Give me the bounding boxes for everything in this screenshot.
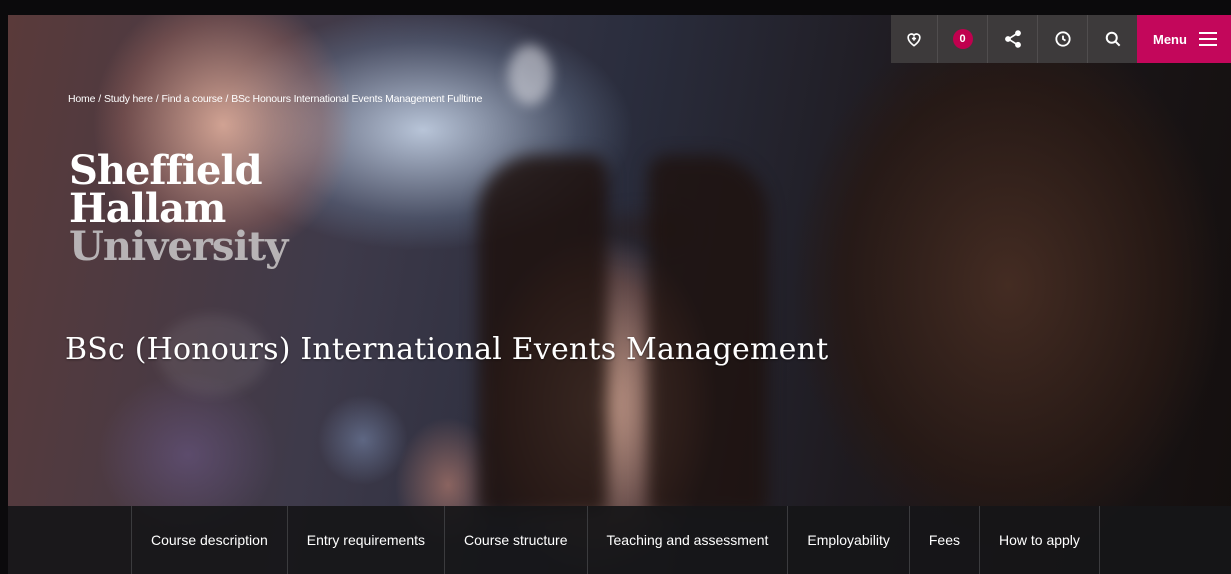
heart-plus-icon <box>907 33 921 47</box>
shortlist-count[interactable]: 0 <box>937 15 987 63</box>
recently-viewed-button[interactable] <box>1037 15 1087 63</box>
breadcrumb-find-a-course[interactable]: Find a course <box>161 93 222 105</box>
utility-toolbar: 0 Menu <box>891 15 1231 63</box>
breadcrumb: Home / Study here / Find a course / BSc Honour… <box>68 93 482 105</box>
tab-how-to-apply[interactable]: How to apply <box>978 506 1100 574</box>
breadcrumb-separator: / <box>225 93 229 105</box>
hamburger-icon <box>1198 32 1217 46</box>
search-icon <box>1105 31 1120 47</box>
breadcrumb-study-here[interactable]: Study here <box>104 93 153 105</box>
search-button[interactable] <box>1087 15 1137 63</box>
tab-course-structure[interactable]: Course structure <box>444 506 586 574</box>
breadcrumb-current: BSc Honours International Events Managem… <box>231 93 483 105</box>
breadcrumb-separator: / <box>98 93 101 105</box>
stage-light <box>508 45 552 105</box>
tab-employability[interactable]: Employability <box>787 506 908 574</box>
university-logo[interactable]: Sheffield Hallam University <box>69 151 288 270</box>
tab-entry-requirements[interactable]: Entry requirements <box>286 506 444 574</box>
shortlist-count-badge: 0 <box>952 29 973 49</box>
shortlist-button[interactable] <box>891 15 937 63</box>
menu-button[interactable]: Menu <box>1137 15 1231 63</box>
share-icon <box>1004 30 1021 48</box>
breadcrumb-home[interactable]: Home <box>68 93 95 105</box>
tab-fees[interactable]: Fees <box>908 506 979 574</box>
course-section-nav: Course description Entry requirements Co… <box>8 506 1231 574</box>
logo-line-3: University <box>69 223 288 270</box>
tab-course-description[interactable]: Course description <box>131 506 287 574</box>
menu-label: Menu <box>1153 31 1187 47</box>
clock-icon <box>1054 31 1071 47</box>
tab-teaching-and-assessment[interactable]: Teaching and assessment <box>586 506 788 574</box>
share-button[interactable] <box>987 15 1037 63</box>
page-title: BSc (Honours) International Events Manag… <box>65 332 829 368</box>
breadcrumb-separator: / <box>155 93 159 105</box>
